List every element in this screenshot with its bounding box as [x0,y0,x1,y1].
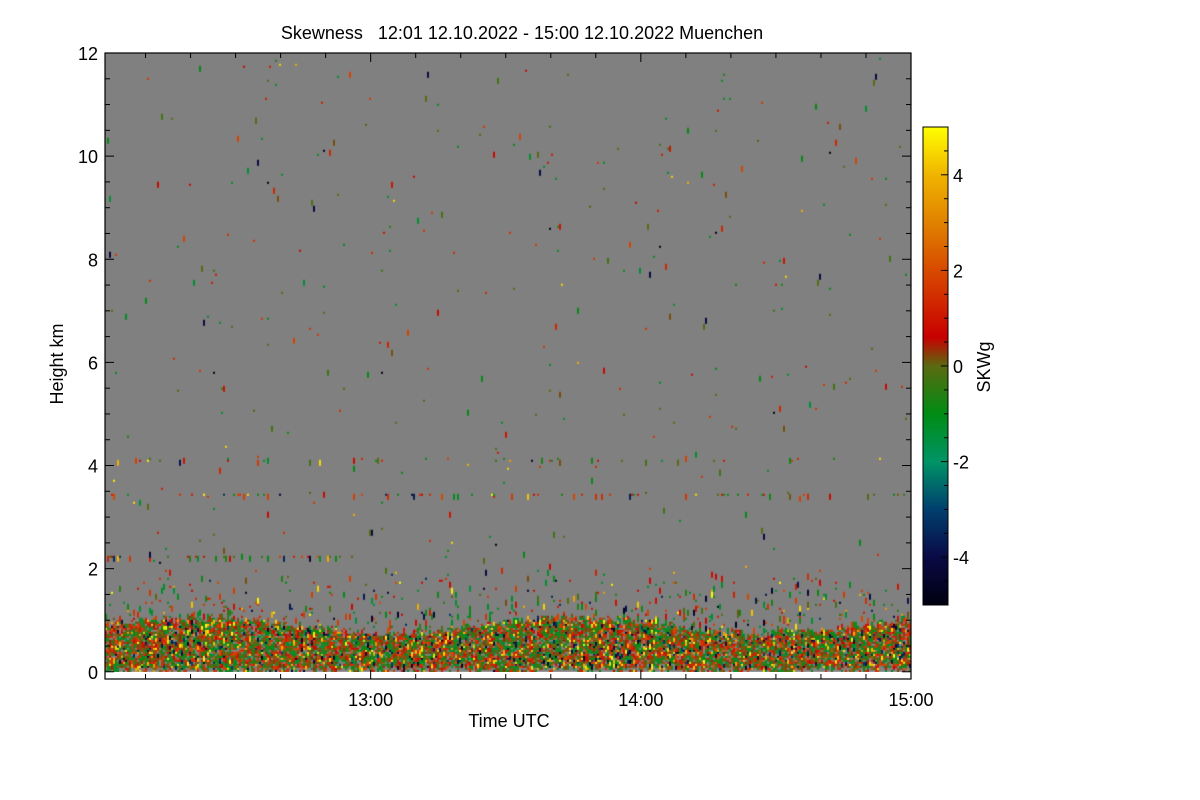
colorbar-tick-label: 2 [953,261,963,281]
colorbar-label: SKWg [974,341,994,392]
y-tick-label: 4 [88,457,98,477]
colorbar-tick-label: -4 [953,548,969,568]
plot-frame [104,52,912,680]
y-tick-label: 0 [88,663,98,683]
x-axis-label: Time UTC [468,711,549,731]
y-tick-label: 6 [88,353,98,373]
y-tick-label: 2 [88,560,98,580]
y-tick-label: 10 [78,147,98,167]
x-tick-label: 13:00 [348,690,393,710]
x-tick-label: 15:00 [888,690,933,710]
y-axis-label: Height km [47,323,67,404]
y-tick-label: 12 [78,44,98,64]
chart: Skewness 12:01 12.10.2022 - 15:00 12.10.… [47,23,994,731]
colorbar-tick-label: -2 [953,453,969,473]
colorbar-tick-label: 0 [953,357,963,377]
x-tick-label: 14:00 [618,690,663,710]
colorbar-tick-label: 4 [953,166,963,186]
chart-title: Skewness 12:01 12.10.2022 - 15:00 12.10.… [281,23,763,43]
y-tick-label: 8 [88,250,98,270]
